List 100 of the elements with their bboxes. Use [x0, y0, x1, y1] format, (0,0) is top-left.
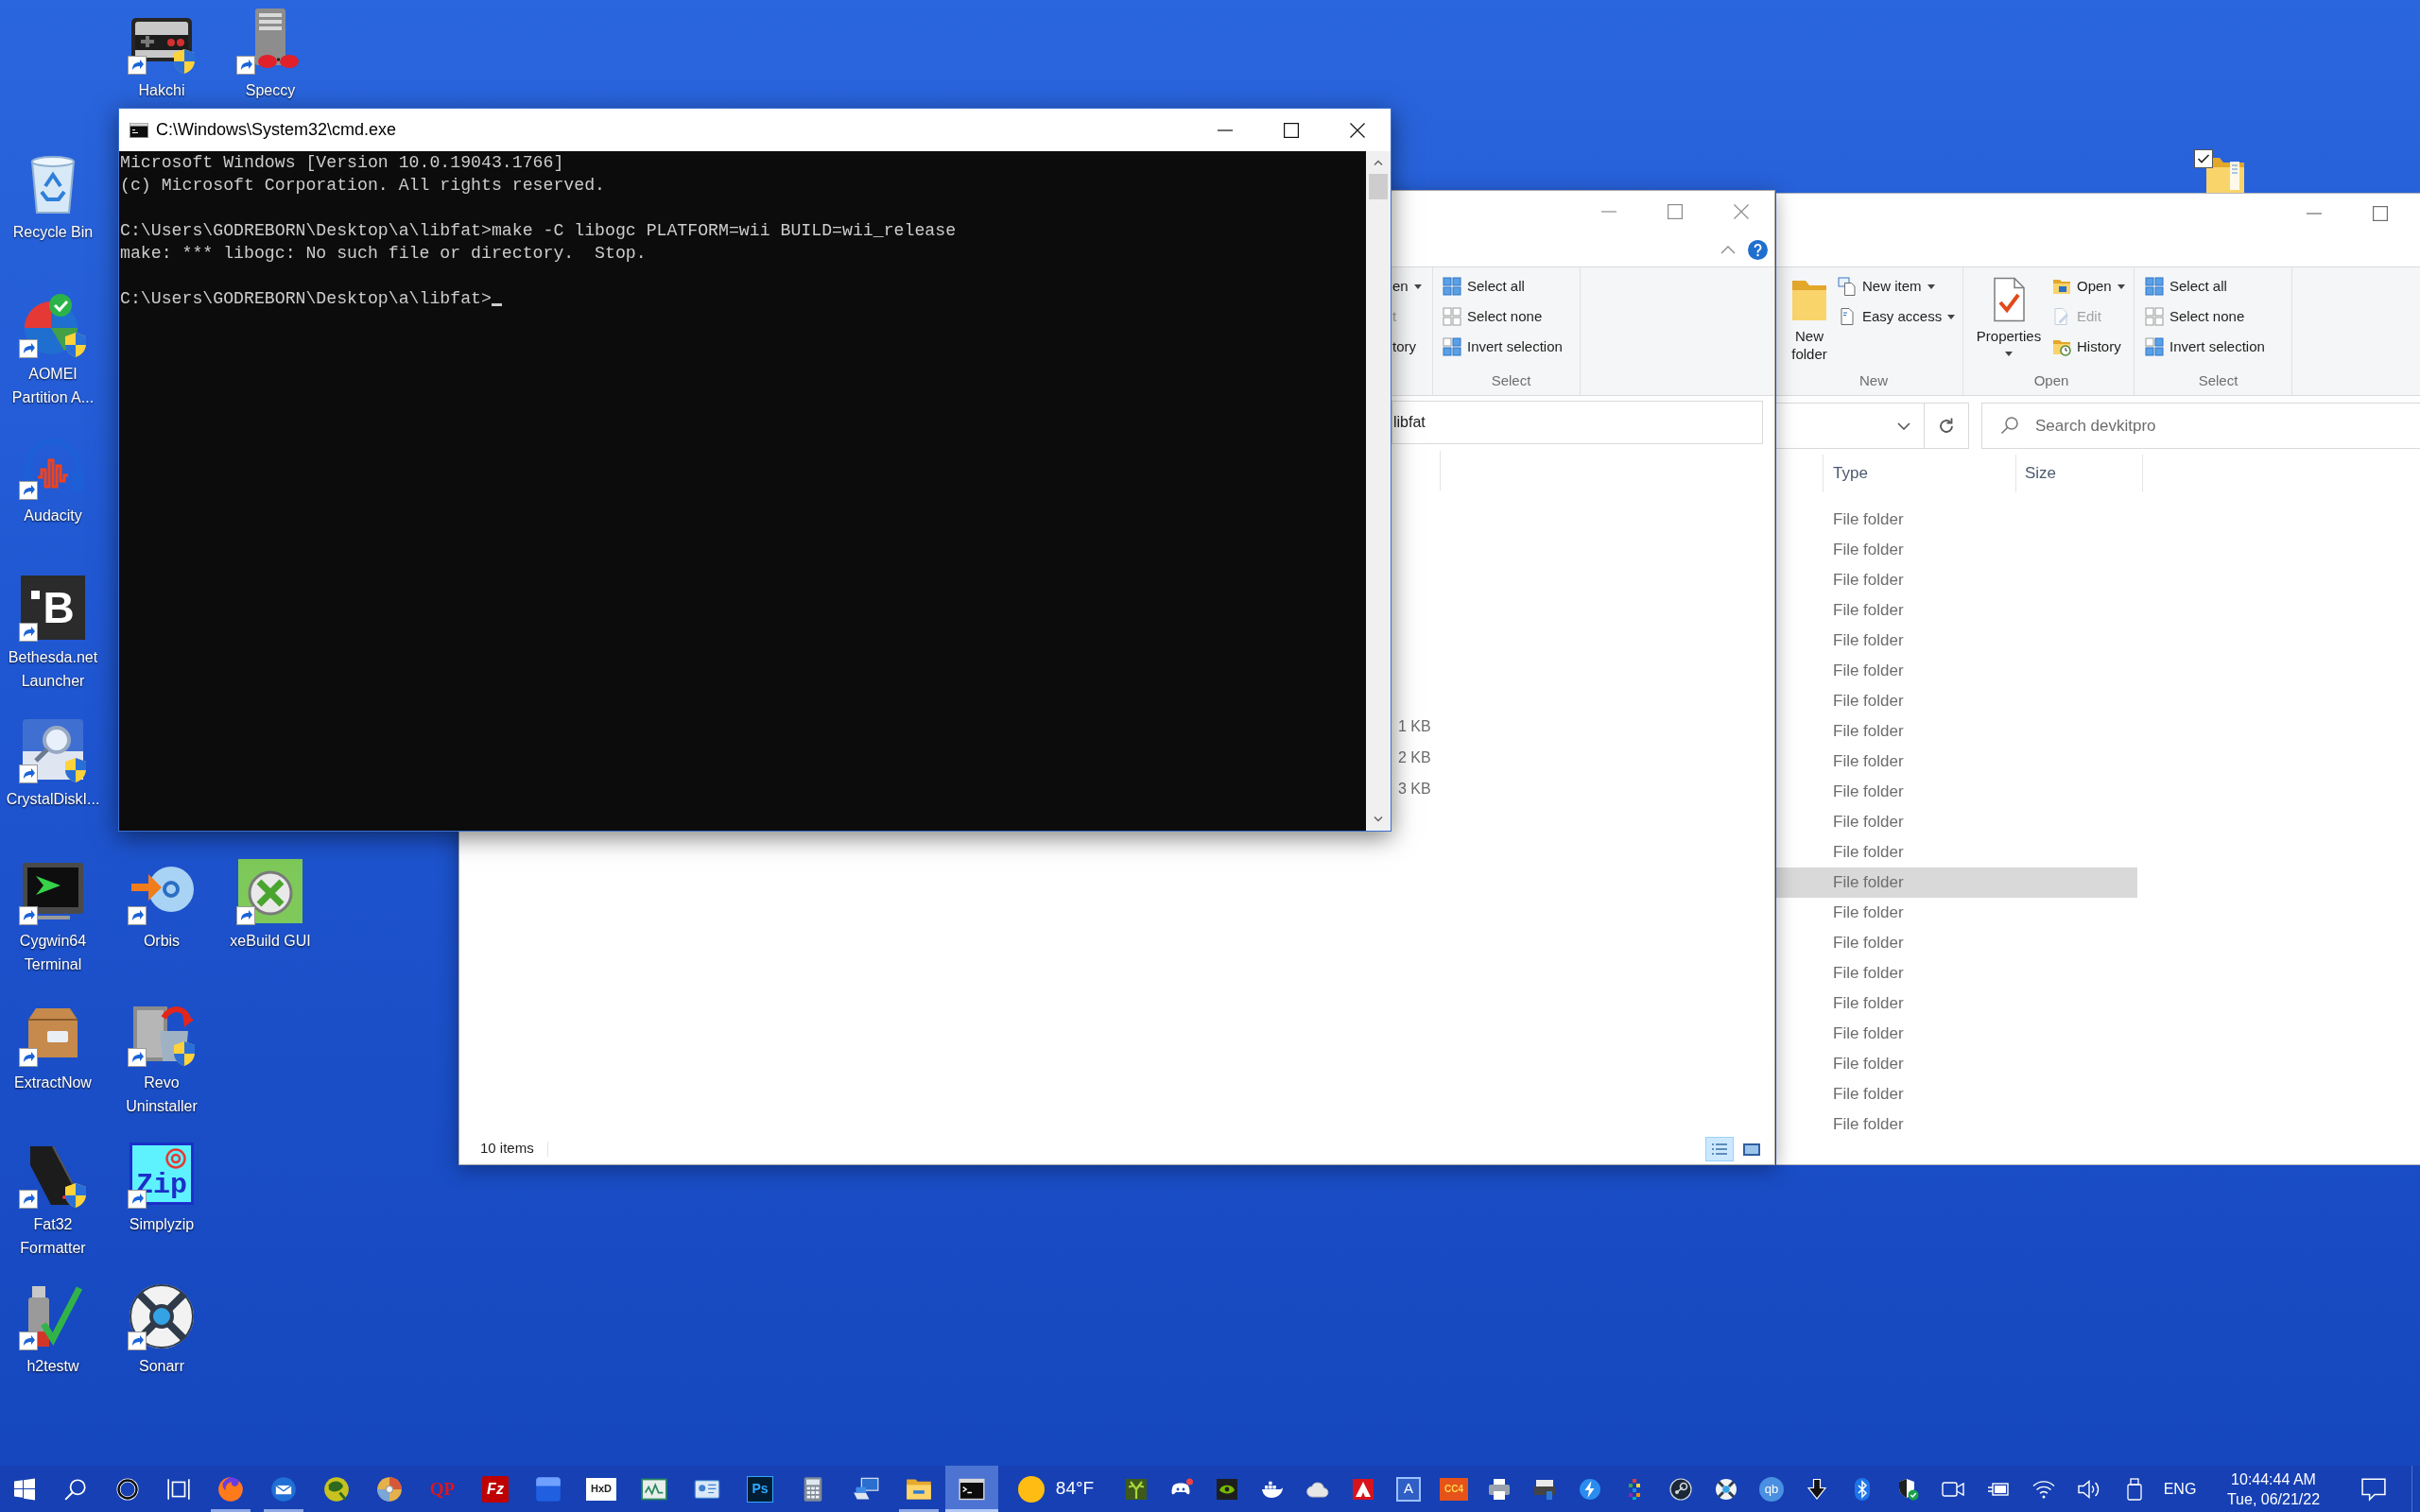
- lifebuoy-icon[interactable]: [128, 1282, 196, 1350]
- ribbon-button[interactable]: Easy access: [1838, 301, 1956, 332]
- grid-icon: [2145, 277, 2164, 296]
- icon-label[interactable]: h2testw: [26, 1354, 79, 1378]
- ribbon-button[interactable]: Open: [2052, 271, 2125, 301]
- ribbon-button[interactable]: Invert selection: [1443, 332, 1563, 362]
- file-row[interactable]: File folder: [1776, 535, 2137, 565]
- icon-label[interactable]: Audacity: [24, 504, 82, 527]
- file-row[interactable]: File folder: [1776, 686, 2137, 716]
- tray-button[interactable]: qb: [1749, 1466, 1794, 1512]
- icon-label[interactable]: ExtractNow: [14, 1071, 92, 1094]
- checkbox[interactable]: [2194, 149, 2213, 168]
- icon-label[interactable]: Simplyzip: [129, 1212, 195, 1236]
- file-row[interactable]: File folder: [1776, 656, 2137, 686]
- weather-button[interactable]: 84°F: [998, 1466, 1114, 1512]
- icon-label[interactable]: Revo Uninstaller: [110, 1071, 214, 1118]
- printer-icon: [1488, 1477, 1511, 1501]
- folder-icon: [2052, 277, 2071, 296]
- scroll-thumb[interactable]: [1369, 174, 1388, 199]
- file-row[interactable]: File folder: [1776, 837, 2137, 868]
- maximize-icon: [1284, 122, 1299, 138]
- column-header[interactable]: Size: [2025, 461, 2057, 486]
- file-row[interactable]: File folder: [1776, 1019, 2137, 1049]
- file-row[interactable]: File folder: [1776, 505, 2137, 535]
- icon-label[interactable]: CrystalDiskI...: [6, 787, 100, 811]
- orb-icon[interactable]: [236, 857, 304, 925]
- console-line: (c) Microsoft Corporation. All rights reserved.: [120, 175, 605, 197]
- tray-button[interactable]: A: [1386, 1466, 1431, 1512]
- search-icon: [63, 1476, 88, 1502]
- ribbon-button[interactable]: tory: [1392, 332, 1422, 362]
- column-header[interactable]: Type: [1833, 461, 1868, 486]
- history-icon: [2052, 337, 2071, 356]
- app-logo[interactable]: B: [21, 576, 85, 640]
- icon-label[interactable]: Cygwin64 Terminal: [1, 929, 105, 976]
- globe-icon: [217, 1475, 244, 1503]
- taskbar-button[interactable]: [945, 1466, 998, 1512]
- view-button[interactable]: [1705, 1136, 1734, 1161]
- file-row[interactable]: File folder: [1776, 988, 2137, 1019]
- ribbon-button[interactable]: Select none: [2145, 301, 2265, 332]
- thumbnail-view-icon: [1742, 1141, 1761, 1157]
- scanner-icon: [1533, 1477, 1556, 1501]
- size-cell-text: 2 KB: [1398, 747, 1431, 767]
- file-row[interactable]: File folder: [1776, 958, 2137, 988]
- icon-label[interactable]: Hakchi: [138, 78, 185, 102]
- icon-label[interactable]: Recycle Bin: [12, 220, 94, 244]
- file-row[interactable]: File folder: [1776, 716, 2137, 747]
- file-row[interactable]: File folder: [1776, 777, 2137, 807]
- address-field[interactable]: [1776, 403, 1925, 449]
- console-line: C:\Users\GODREBORN\Desktop\a\libfat>: [120, 288, 492, 310]
- file-row[interactable]: File folder: [1776, 595, 2137, 626]
- icon-label[interactable]: Sonarr: [139, 1354, 184, 1378]
- file-row[interactable]: File folder: [1776, 807, 2137, 837]
- file-row[interactable]: File folder: [1776, 928, 2137, 958]
- chevron-up-icon[interactable]: [1720, 245, 1736, 254]
- language-button[interactable]: ENG: [2157, 1466, 2203, 1512]
- clock[interactable]: 10:44:44 AM Tue, 06/21/22: [2203, 1466, 2344, 1512]
- file-row[interactable]: File folder: [1776, 626, 2137, 656]
- icon-label[interactable]: xeBuild GUI: [230, 929, 311, 953]
- help-icon[interactable]: [1748, 239, 1768, 260]
- file-row[interactable]: File folder: [1776, 1109, 2137, 1140]
- ribbon-button[interactable]: History: [2052, 332, 2125, 362]
- icon-label[interactable]: Orbis: [143, 929, 181, 953]
- icon-label[interactable]: Fat32 Formatter: [1, 1212, 105, 1260]
- search-icon: [2000, 416, 2019, 435]
- ribbon-button[interactable]: en: [1392, 271, 1422, 301]
- plant-icon: [1125, 1477, 1148, 1501]
- status-text: 10 items: [480, 1139, 534, 1159]
- window-icon: [535, 1475, 562, 1503]
- computer-icon: [853, 1475, 879, 1503]
- new-item-icon: [1838, 277, 1857, 296]
- icon-label[interactable]: Speccy: [245, 78, 296, 102]
- target-icon: [165, 1148, 186, 1169]
- file-row[interactable]: File folder: [1776, 868, 2137, 898]
- ribbon-button[interactable]: New item: [1838, 271, 1956, 301]
- file-row[interactable]: File folder: [1776, 1049, 2137, 1079]
- icon-label[interactable]: AOMEI Partition A...: [1, 362, 105, 409]
- file-row[interactable]: File folder: [1776, 747, 2137, 777]
- taskbar-button[interactable]: Ps: [734, 1466, 786, 1512]
- refresh-icon: [1937, 416, 1956, 436]
- search-field[interactable]: Search devkitpro: [1981, 403, 2420, 449]
- taskbar-button[interactable]: HxD: [575, 1466, 628, 1512]
- icon-label[interactable]: Bethesda.net Launcher: [1, 645, 105, 693]
- refresh-button[interactable]: [1925, 403, 1969, 449]
- sphere-icon: [323, 1475, 350, 1503]
- window-title: C:\Windows\System32\cmd.exe: [156, 119, 397, 141]
- ribbon-button[interactable]: Select all: [2145, 271, 2265, 301]
- ribbon-button[interactable]: Invert selection: [2145, 332, 2265, 362]
- volume-icon: [2078, 1477, 2100, 1501]
- square-icon: [31, 591, 41, 599]
- file-row[interactable]: File folder: [1776, 898, 2137, 928]
- address-field[interactable]: libfat: [1392, 401, 1763, 444]
- file-row[interactable]: File folder: [1776, 565, 2137, 595]
- sun-icon: [1017, 1475, 1045, 1503]
- ribbon-button[interactable]: Select none: [1443, 301, 1563, 332]
- file-row[interactable]: File folder: [1776, 1079, 2137, 1109]
- ribbon-button[interactable]: New folder: [1785, 267, 1834, 363]
- ribbon-button[interactable]: Properties: [1969, 267, 2048, 356]
- ribbon-button[interactable]: Select all: [1443, 271, 1563, 301]
- taskbar-button[interactable]: Fz: [469, 1466, 522, 1512]
- console-line: make: *** libogc: No such file or directory. Stop.: [120, 243, 647, 265]
